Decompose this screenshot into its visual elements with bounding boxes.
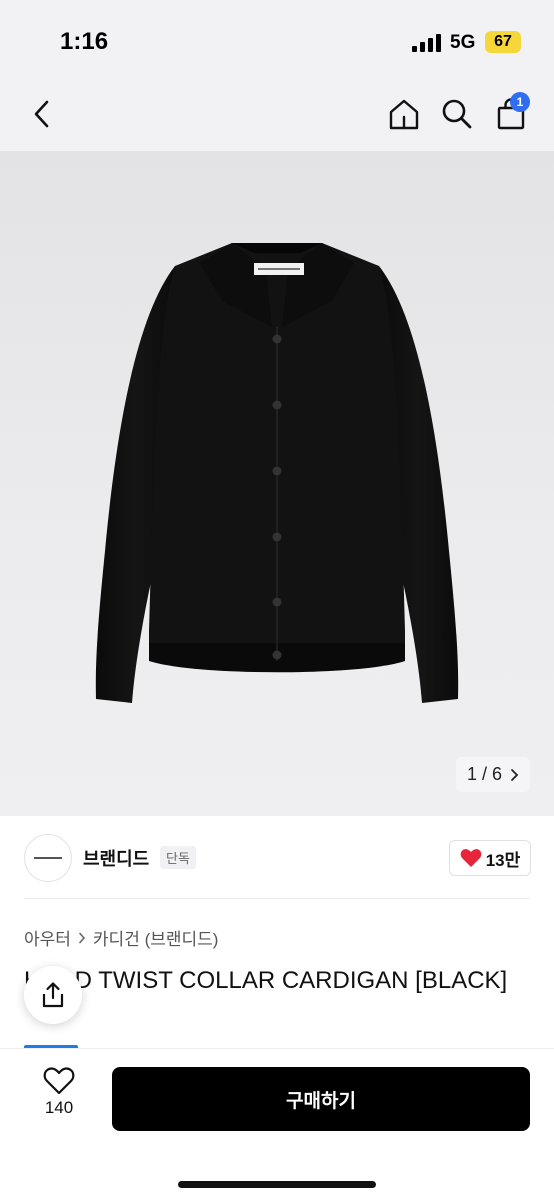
cart-count-badge: 1 [510,92,530,112]
home-indicator [178,1181,376,1188]
home-button[interactable] [383,76,425,151]
exclusive-badge: 단독 [160,846,196,869]
home-icon [389,99,419,129]
breadcrumb-parent[interactable]: 아우터 [24,925,71,950]
image-counter-label: 1 / 6 [466,764,503,784]
search-icon [442,99,472,128]
breadcrumb: 아우터 카디건 (브랜디드) [24,925,218,950]
brand-like-count: 13만 [485,850,521,870]
cardigan-image [95,243,459,703]
status-time: 1:16 [60,28,109,55]
chevron-right-icon [511,768,519,781]
brand-like-button[interactable]: 13만 [449,840,531,876]
divider [24,898,530,899]
heart-outline-icon [43,1067,75,1095]
heart-filled-icon [460,849,482,867]
search-button[interactable] [436,76,478,151]
chevron-left-icon [34,100,49,127]
battery-icon: 67 [485,31,521,53]
wishlist-count: 140 [44,1098,74,1117]
wishlist-button[interactable]: 140 [24,1066,94,1128]
breadcrumb-child[interactable]: 카디건 (브랜디드) [93,925,219,950]
product-title: HARD TWIST COLLAR CARDIGAN [BLACK] [24,967,508,994]
share-icon [42,982,64,1008]
status-bar: 1:16 5G 67 [0,0,554,76]
network-label: 5G [450,32,476,53]
brand-name[interactable]: 브랜디드 [83,845,149,871]
cart-button[interactable] [490,76,532,151]
share-button[interactable] [24,966,82,1024]
chevron-right-icon [79,932,85,943]
image-counter-button[interactable]: 1 / 6 [456,757,530,792]
product-image[interactable] [0,151,554,816]
back-button[interactable] [20,76,64,151]
signal-icon [412,34,442,52]
buy-button[interactable]: 구매하기 [112,1067,530,1131]
nav-bar [0,76,554,151]
brand-logo[interactable] [24,834,72,882]
